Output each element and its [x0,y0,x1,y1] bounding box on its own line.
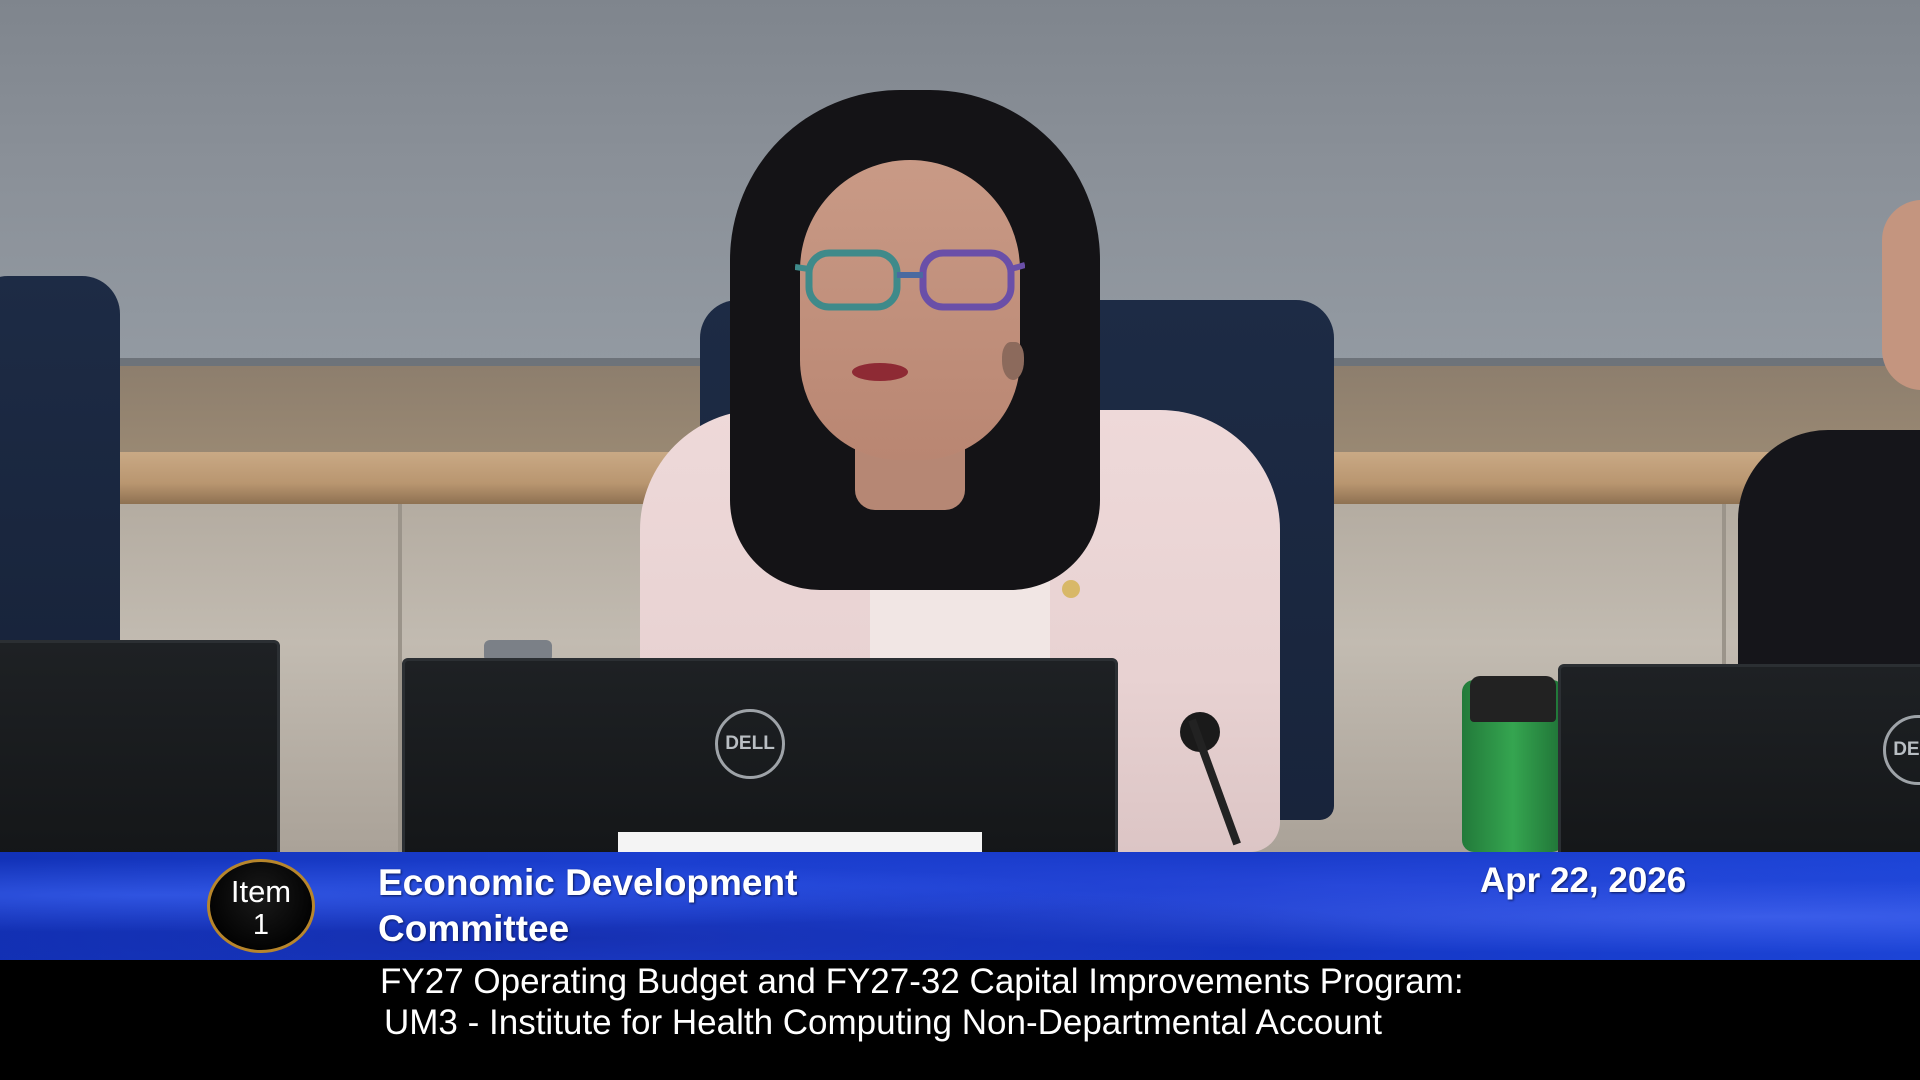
chair-left [0,276,120,656]
lapel-pin [1062,580,1080,598]
dell-logo: DELL [715,709,785,779]
speaker-earring [1002,342,1024,380]
meeting-date: Apr 22, 2026 [1480,861,1687,900]
monitor-left [0,640,280,852]
monitor-center: DELL [402,658,1118,852]
monitor-right: DELL [1558,664,1920,852]
item-badge: Item 1 [207,859,315,953]
item-label: Item [230,874,292,909]
agenda-caption-line-1: FY27 Operating Budget and FY27-32 Capita… [380,962,1464,1001]
committee-name: Economic Development Committee [378,860,1018,952]
video-frame: DELL DELL Item 1 Economic Development Co… [0,0,1920,1080]
screen-glow [618,832,982,852]
water-bottle-cap [1470,676,1556,722]
side-person-face [1882,200,1920,390]
agenda-caption-line-2: UM3 - Institute for Health Computing Non… [384,1003,1382,1042]
video-scene: DELL DELL [0,0,1920,852]
item-number: 1 [252,909,270,941]
speaker-lips [852,363,908,381]
dell-logo: DELL [1883,715,1920,785]
committee-name-line-2: Committee [378,908,570,949]
speaker-glasses [795,249,1025,311]
committee-name-line-1: Economic Development [378,862,798,903]
